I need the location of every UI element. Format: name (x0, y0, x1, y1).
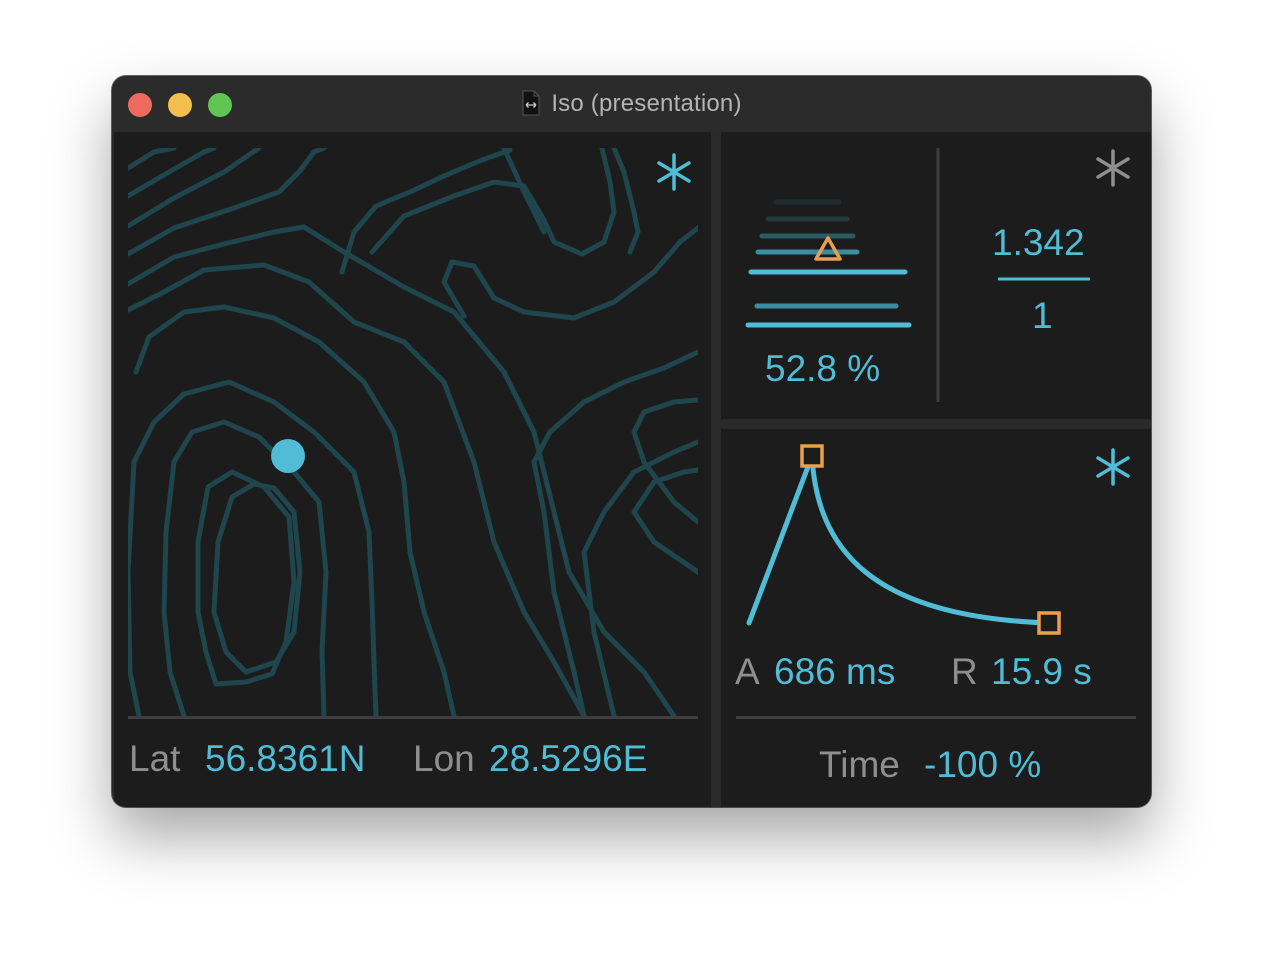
ratio-denominator[interactable]: 1 (1032, 295, 1053, 337)
level-marker[interactable] (814, 236, 842, 261)
asterisk-icon[interactable] (1093, 447, 1133, 487)
lat-label: Lat (129, 738, 181, 779)
divider (736, 716, 1136, 719)
level-ratio-panel: 52.8 % 1.342 1 (721, 132, 1151, 419)
attack-label: A (735, 651, 760, 692)
release-value[interactable]: 15.9 s (991, 651, 1092, 693)
lon-label: Lon (413, 738, 475, 779)
attack-value[interactable]: 686 ms (774, 651, 895, 693)
time-label: Time (819, 744, 900, 785)
attack-handle[interactable] (800, 444, 824, 468)
lon-value[interactable]: 28.5296E (489, 738, 647, 780)
contour-map-panel: Lat 56.8361N Lon 28.5296E (114, 132, 711, 807)
release-handle[interactable] (1037, 611, 1061, 635)
level-value[interactable]: 52.8 % (765, 348, 880, 390)
divider (128, 716, 698, 719)
ratio-numerator[interactable]: 1.342 (992, 222, 1085, 264)
time-value[interactable]: -100 % (924, 744, 1041, 786)
document-icon (522, 90, 540, 116)
asterisk-icon[interactable] (1093, 148, 1133, 188)
lat-value[interactable]: 56.8361N (205, 738, 365, 780)
envelope-panel: A 686 ms R 15.9 s Time -100 % (721, 429, 1151, 807)
asterisk-icon[interactable] (654, 152, 694, 192)
release-label: R (951, 651, 978, 692)
titlebar: Iso (presentation) (112, 76, 1151, 132)
location-marker[interactable] (271, 439, 305, 473)
contour-map[interactable] (114, 132, 711, 807)
window-title: Iso (presentation) (551, 90, 742, 117)
app-window: Iso (presentation) Lat 56.8361N Lon 28.5… (112, 76, 1151, 807)
